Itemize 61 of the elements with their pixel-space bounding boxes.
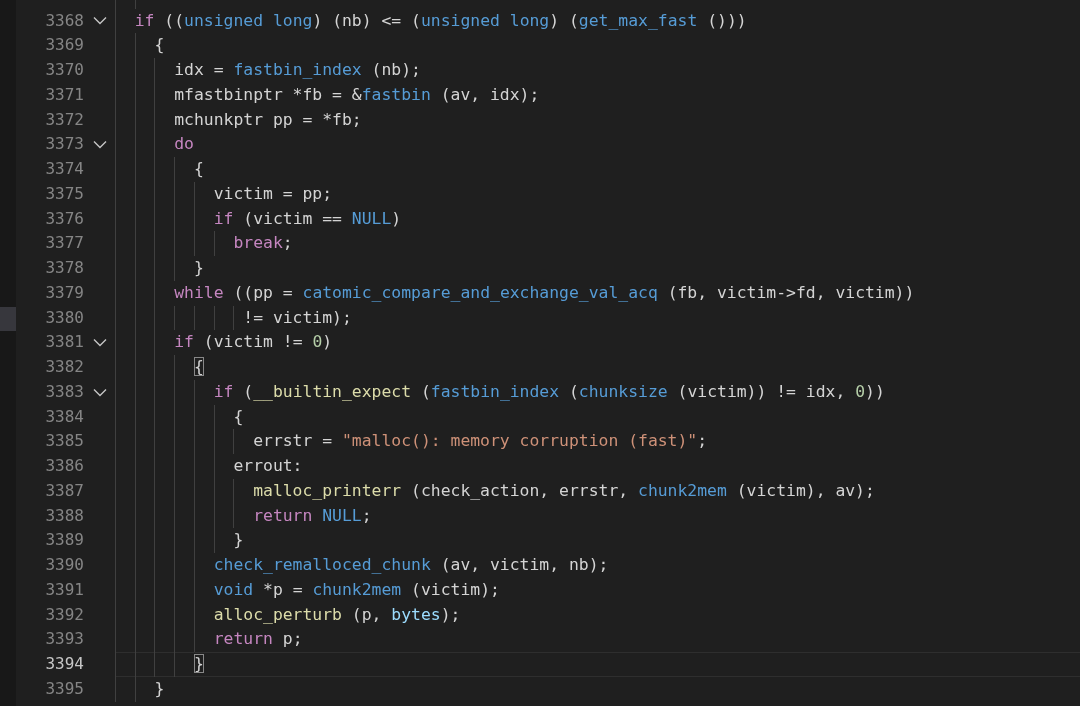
chevron-down-icon[interactable] (92, 16, 107, 26)
line-number: 3378 (44, 257, 84, 280)
line-number: 3370 (44, 59, 84, 82)
code-line: if (victim != 0) (173, 332, 333, 352)
line-number: 3386 (44, 455, 84, 478)
line-number: 3377 (44, 232, 84, 255)
code-line: mchunkptr pp = *fb; (173, 109, 362, 129)
line-number: 3393 (44, 628, 84, 651)
code-line: return NULL; (252, 505, 372, 525)
code-line: if (__builtin_expect (fastbin_index (chunksize (victim)) != idx, 0)) (212, 381, 885, 401)
code-line: void *p = chunk2mem (victim); (212, 579, 500, 599)
code-line: errstr = "malloc(): memory corruption (fast)"; (252, 431, 708, 451)
line-number: 3382 (44, 356, 84, 379)
line-number: 3390 (44, 554, 84, 577)
line-number: 3379 (44, 281, 84, 304)
code-line: { (192, 357, 204, 377)
code-line: malloc_printerr (check_action, errstr, chunk2mem (victim), av); (252, 480, 875, 500)
line-number: 3376 (44, 207, 84, 230)
line-number: 3385 (44, 430, 84, 453)
line-number: 3373 (44, 133, 84, 156)
code-line: if (victim == NULL) (212, 208, 402, 228)
line-number: 3375 (44, 182, 84, 205)
line-number: 3392 (44, 603, 84, 626)
code-line: if ((unsigned long) (nb) <= (unsigned long) (get_max_fast ())) (133, 10, 747, 30)
code-line: { (192, 159, 204, 179)
code-line: } (192, 258, 204, 278)
line-number: 3384 (44, 405, 84, 428)
code-line: victim = pp; (212, 183, 333, 203)
line-number: 3372 (44, 108, 84, 131)
line-number: 3368 (44, 9, 84, 32)
code-line: return p; (212, 629, 303, 649)
line-number: 3388 (44, 504, 84, 527)
code-line: errout: (232, 456, 303, 476)
line-number: 3369 (44, 34, 84, 57)
code-line: } (192, 654, 204, 674)
code-line: } (232, 530, 244, 550)
code-line: check_remalloced_chunk (av, victim, nb); (212, 555, 609, 575)
code-line: idx = fastbin_index (nb); (173, 60, 421, 80)
line-number: 3394 (44, 653, 84, 676)
code-line: alloc_perturb (p, bytes); (212, 604, 461, 624)
line-number: 3389 (44, 529, 84, 552)
chevron-down-icon[interactable] (92, 387, 107, 397)
code-line: } (153, 678, 165, 698)
code-line: { (232, 406, 244, 426)
chevron-down-icon[interactable] (92, 338, 107, 348)
scroll-indicator (0, 307, 16, 331)
code-line: { (153, 35, 165, 55)
line-number: 3395 (44, 677, 84, 700)
line-number: 3380 (44, 306, 84, 329)
line-number: 3391 (44, 578, 84, 601)
line-number: 3374 (44, 158, 84, 181)
chevron-down-icon[interactable] (92, 140, 107, 150)
line-number: 3381 (44, 331, 84, 354)
line-number: 3371 (44, 83, 84, 106)
code-line: while ((pp = catomic_compare_and_exchange_val_acq (fb, victim->fd, victim)) (173, 282, 915, 302)
line-number: 3387 (44, 479, 84, 502)
code-line: != victim); (242, 307, 352, 327)
code-line: break; (232, 233, 293, 253)
code-line: do (173, 134, 194, 154)
line-number: 3383 (44, 380, 84, 403)
code-line: mfastbinptr *fb = &fastbin (av, idx); (173, 84, 540, 104)
